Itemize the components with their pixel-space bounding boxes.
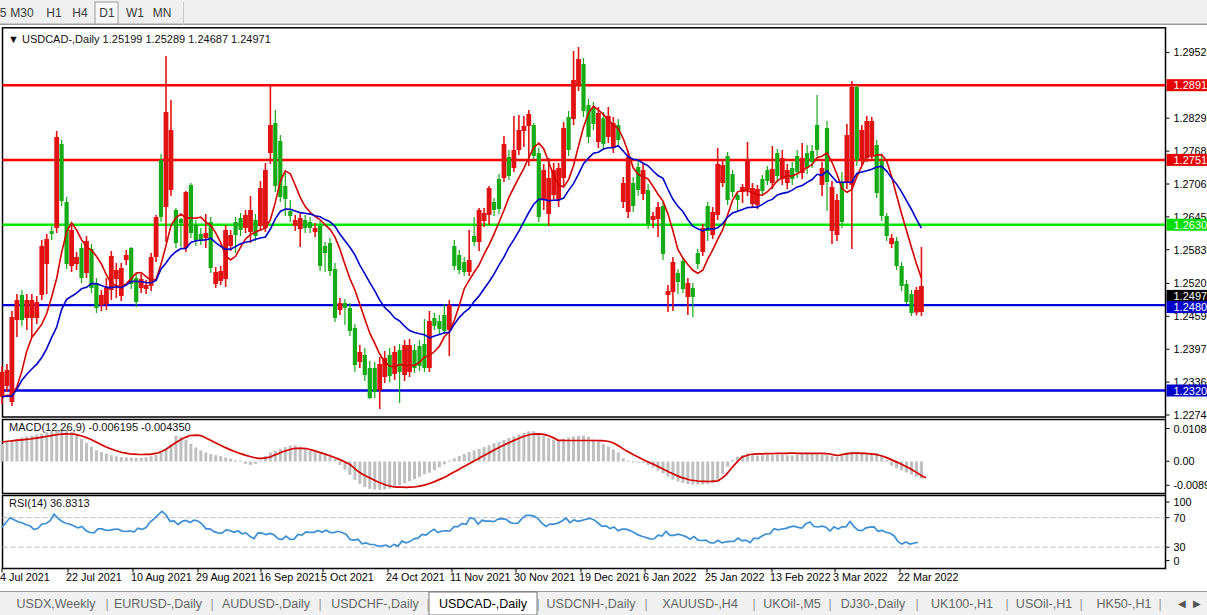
svg-text:1.27065: 1.27065 — [1174, 178, 1207, 190]
svg-text:1.22745: 1.22745 — [1174, 409, 1207, 421]
svg-text:M30: M30 — [10, 6, 34, 20]
svg-text:H4: H4 — [72, 6, 88, 20]
svg-text:19 Dec 2021: 19 Dec 2021 — [579, 571, 640, 583]
svg-text:0: 0 — [1174, 555, 1180, 567]
svg-text:0.010869: 0.010869 — [1174, 423, 1207, 435]
svg-text:USOil-,H1: USOil-,H1 — [1016, 597, 1072, 611]
svg-text:|: | — [536, 597, 539, 611]
svg-text:5 Oct 2021: 5 Oct 2021 — [321, 571, 374, 583]
svg-text:1.28295: 1.28295 — [1174, 112, 1207, 124]
svg-text:0.00: 0.00 — [1174, 455, 1195, 467]
svg-text:1.27515: 1.27515 — [1174, 154, 1207, 166]
svg-text:1.25205: 1.25205 — [1174, 277, 1207, 289]
svg-text:W1: W1 — [126, 6, 144, 20]
svg-text:30: 30 — [1174, 541, 1186, 553]
svg-text:|: | — [318, 597, 321, 611]
svg-text:22 Mar 2022: 22 Mar 2022 — [898, 571, 959, 583]
svg-text:11 Nov 2021: 11 Nov 2021 — [450, 571, 510, 583]
svg-text:|: | — [1005, 597, 1008, 611]
svg-text:|: | — [105, 597, 108, 611]
svg-text:MN: MN — [153, 6, 172, 20]
svg-text:▼ USDCAD-,Daily 1.25199 1.25: ▼ USDCAD-,Daily 1.25199 1.25289 1.24687 … — [8, 33, 271, 45]
svg-text:|: | — [210, 597, 213, 611]
svg-text:70: 70 — [1174, 512, 1186, 524]
svg-text:USDX,Weekly: USDX,Weekly — [17, 597, 97, 611]
svg-text:5: 5 — [0, 6, 7, 20]
svg-text:D1: D1 — [99, 6, 115, 20]
svg-text:|: | — [426, 597, 429, 611]
svg-text:1.26303: 1.26303 — [1174, 219, 1207, 231]
svg-text:XAUUSD-,H4: XAUUSD-,H4 — [662, 597, 738, 611]
svg-text:1.25835: 1.25835 — [1174, 244, 1207, 256]
svg-text:|: | — [752, 597, 755, 611]
svg-text:-0.008974: -0.008974 — [1174, 479, 1207, 491]
svg-text:100: 100 — [1174, 496, 1192, 508]
svg-text:USDCHF-,Daily: USDCHF-,Daily — [331, 597, 419, 611]
svg-text:|: | — [915, 597, 918, 611]
svg-text:MACD(12,26,9) -0.006195 -0.004: MACD(12,26,9) -0.006195 -0.004350 — [9, 421, 191, 433]
svg-text:1.28912: 1.28912 — [1174, 79, 1207, 91]
svg-text:24 Oct 2021: 24 Oct 2021 — [386, 571, 445, 583]
svg-text:3 Mar 2022: 3 Mar 2022 — [833, 571, 888, 583]
svg-text:1.24971: 1.24971 — [1174, 290, 1207, 302]
svg-text:|: | — [828, 597, 831, 611]
svg-text:30 Nov 2021: 30 Nov 2021 — [514, 571, 575, 583]
svg-text:25 Jan 2022: 25 Jan 2022 — [705, 571, 764, 583]
svg-text:1.29525: 1.29525 — [1174, 46, 1207, 58]
svg-text:|: | — [1079, 597, 1082, 611]
svg-text:EURUSD-,Daily: EURUSD-,Daily — [114, 597, 203, 611]
svg-text:◀: ◀ — [1178, 598, 1186, 609]
svg-text:1.24800: 1.24800 — [1174, 301, 1207, 313]
svg-text:▶: ▶ — [1193, 598, 1201, 609]
svg-text:1.23203: 1.23203 — [1174, 385, 1207, 397]
svg-text:4 Jul 2021: 4 Jul 2021 — [0, 571, 50, 583]
svg-text:USDCNH-,Daily: USDCNH-,Daily — [547, 597, 637, 611]
svg-text:22 Jul 2021: 22 Jul 2021 — [66, 571, 122, 583]
svg-text:UK100-,H1: UK100-,H1 — [931, 597, 993, 611]
svg-text:AUDUSD-,Daily: AUDUSD-,Daily — [222, 597, 311, 611]
svg-text:6 Jan 2022: 6 Jan 2022 — [643, 571, 696, 583]
svg-text:13 Feb 2022: 13 Feb 2022 — [770, 571, 831, 583]
svg-text:|: | — [644, 597, 647, 611]
svg-text:USDCAD-,Daily: USDCAD-,Daily — [439, 597, 528, 611]
svg-text:HK50-,H1: HK50-,H1 — [1097, 597, 1152, 611]
svg-text:16 Sep 2021: 16 Sep 2021 — [259, 571, 320, 583]
svg-text:10 Aug 2021: 10 Aug 2021 — [131, 571, 192, 583]
svg-text:RSI(14) 36.8313: RSI(14) 36.8313 — [9, 497, 90, 509]
svg-text:DJ30-,Daily: DJ30-,Daily — [841, 597, 906, 611]
svg-text:|: | — [1158, 597, 1161, 611]
svg-text:29 Aug 2021: 29 Aug 2021 — [196, 571, 257, 583]
svg-text:1.23975: 1.23975 — [1174, 343, 1207, 355]
svg-text:H1: H1 — [46, 6, 62, 20]
svg-text:UKOil-,M5: UKOil-,M5 — [763, 597, 821, 611]
